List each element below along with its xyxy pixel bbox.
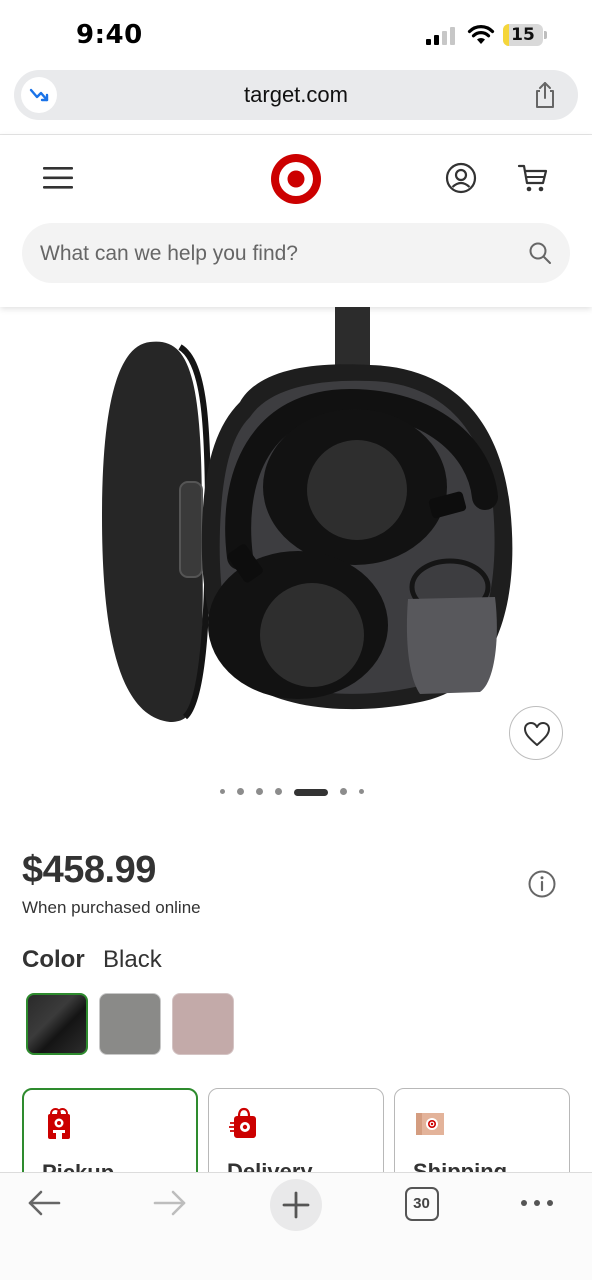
account-icon[interactable]: [445, 162, 477, 194]
cellular-signal-icon: [426, 27, 455, 45]
carousel-dots[interactable]: [220, 787, 380, 797]
info-icon[interactable]: [527, 869, 557, 899]
forward-arrow-icon[interactable]: [152, 1188, 188, 1218]
carousel-dot[interactable]: [294, 788, 328, 796]
heart-icon[interactable]: [523, 721, 551, 747]
browser-toolbar: 30: [0, 1172, 592, 1280]
cart-icon[interactable]: [517, 162, 549, 194]
more-options-icon[interactable]: [518, 1193, 556, 1213]
carousel-dot[interactable]: [340, 788, 347, 795]
search-placeholder[interactable]: What can we help you find?: [40, 242, 298, 266]
tabs-button[interactable]: 30: [405, 1187, 439, 1221]
product-image[interactable]: [90, 307, 530, 727]
status-bar: 9:40 15: [0, 0, 592, 66]
delivery-bag-icon: [229, 1107, 256, 1138]
pickup-store-icon: [48, 1108, 70, 1139]
carousel-dot[interactable]: [359, 789, 364, 794]
battery-level: 15: [511, 25, 535, 45]
favorite-button[interactable]: [509, 706, 563, 760]
price-note: When purchased online: [22, 898, 201, 917]
color-swatch-black[interactable]: [26, 993, 88, 1055]
plus-icon[interactable]: [270, 1179, 322, 1231]
status-time: 9:40: [76, 20, 143, 50]
color-swatch-pink[interactable]: [172, 993, 234, 1055]
shipping-box-icon: [416, 1113, 444, 1135]
wifi-icon: [467, 25, 495, 44]
carousel-dot[interactable]: [220, 789, 225, 794]
color-value: Black: [103, 946, 162, 973]
address-bar[interactable]: target.com: [14, 70, 578, 120]
battery-indicator: 15: [503, 24, 547, 46]
url-text[interactable]: target.com: [14, 82, 578, 108]
color-label: Color: [22, 946, 85, 973]
color-swatch-gray[interactable]: [99, 993, 161, 1055]
target-logo-icon[interactable]: [270, 153, 322, 205]
carousel-dot[interactable]: [256, 788, 263, 795]
carousel-dot[interactable]: [237, 788, 244, 795]
search-input[interactable]: What can we help you find?: [22, 223, 570, 283]
tab-count[interactable]: 30: [407, 1195, 436, 1212]
back-arrow-icon[interactable]: [26, 1188, 62, 1218]
share-icon[interactable]: [530, 80, 560, 110]
search-icon[interactable]: [528, 241, 552, 265]
product-price: $458.99: [22, 849, 156, 891]
carousel-dot[interactable]: [275, 788, 282, 795]
new-tab-button[interactable]: [270, 1179, 322, 1231]
hamburger-menu-icon[interactable]: [42, 165, 74, 191]
site-header: What can we help you find?: [0, 135, 592, 307]
